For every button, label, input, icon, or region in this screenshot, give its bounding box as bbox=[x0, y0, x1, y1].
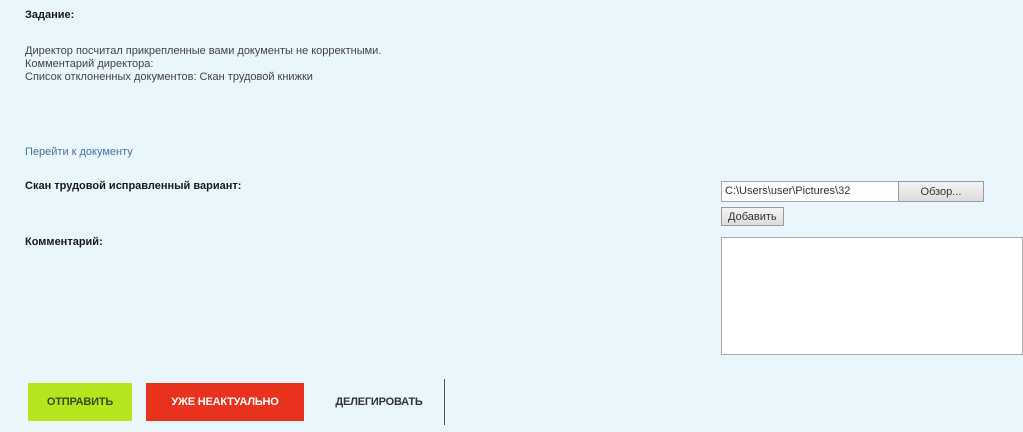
go-to-document-link[interactable]: Перейти к документу bbox=[25, 146, 133, 158]
task-line-director-comment: Комментарий директора: bbox=[25, 58, 154, 70]
action-divider bbox=[444, 379, 445, 425]
task-line-rejected-list: Список отклоненных документов: Скан труд… bbox=[25, 71, 313, 83]
add-file-button[interactable]: Добавить bbox=[721, 207, 784, 226]
comment-label: Комментарий: bbox=[25, 236, 103, 248]
task-description: Директор посчитал прикрепленные вами док… bbox=[25, 45, 381, 84]
task-heading: Задание: bbox=[25, 9, 75, 21]
comment-textarea[interactable] bbox=[721, 237, 1023, 355]
delegate-button[interactable]: ДЕЛЕГИРОВАТЬ bbox=[317, 383, 441, 421]
file-path-input[interactable]: C:\Users\user\Pictures\32 bbox=[721, 181, 899, 202]
scan-label: Скан трудовой исправленный вариант: bbox=[25, 180, 242, 192]
browse-button[interactable]: Обзор... bbox=[898, 181, 984, 202]
file-upload-row: C:\Users\user\Pictures\32 Обзор... bbox=[721, 181, 984, 202]
send-button[interactable]: ОТПРАВИТЬ bbox=[28, 383, 132, 421]
task-line-rejected: Директор посчитал прикрепленные вами док… bbox=[25, 45, 382, 57]
obsolete-button[interactable]: УЖЕ НЕАКТУАЛЬНО bbox=[146, 383, 304, 421]
